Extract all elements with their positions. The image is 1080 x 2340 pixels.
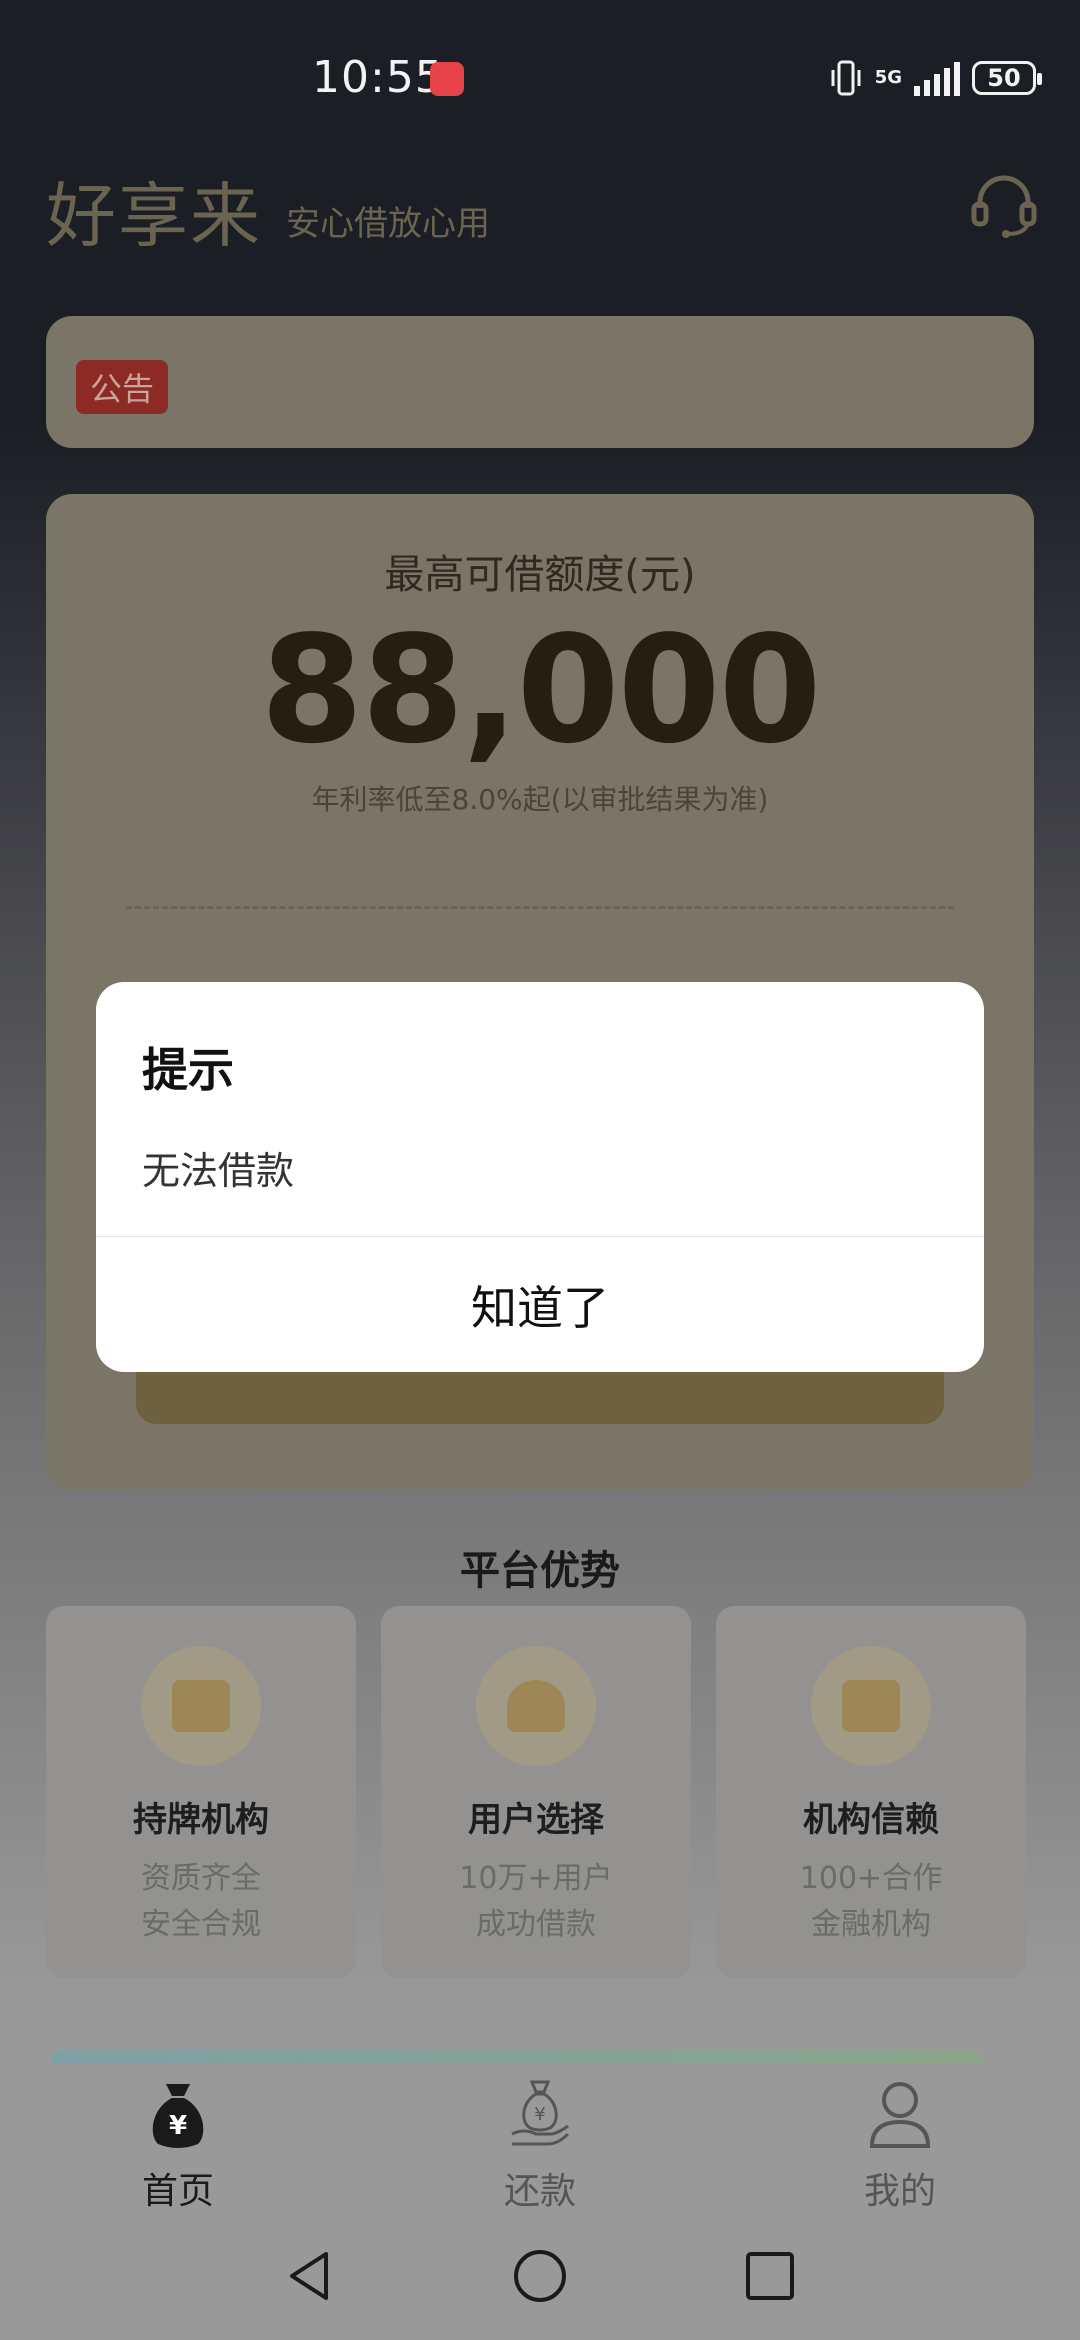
dialog-message: 无法借款: [142, 1149, 295, 1193]
alert-dialog: 提示 无法借款 知道了: [96, 982, 984, 1372]
dialog-ok-button[interactable]: 知道了: [96, 1237, 984, 1372]
dialog-title: 提示: [142, 1043, 234, 1097]
